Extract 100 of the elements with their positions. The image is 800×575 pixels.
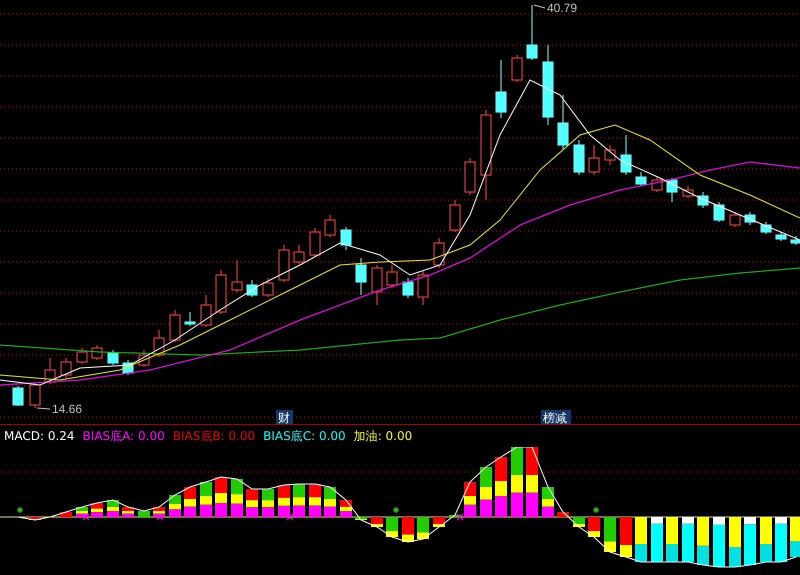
histogram-bar xyxy=(433,517,445,527)
event-tag: 榜减 xyxy=(541,410,571,425)
candlestick xyxy=(44,358,56,384)
candlestick xyxy=(744,212,756,226)
histogram-bar xyxy=(29,517,41,520)
histogram-bar xyxy=(215,477,227,517)
histogram-bar xyxy=(91,503,103,517)
candlestick xyxy=(200,294,212,328)
histogram-bar xyxy=(635,517,647,562)
candlestick xyxy=(682,186,694,198)
candlestick xyxy=(12,386,24,406)
histogram-bar xyxy=(169,495,181,517)
candlestick xyxy=(278,244,290,282)
legend-value: MACD: 0.24 xyxy=(4,428,75,445)
cross-icon xyxy=(456,514,464,520)
legend-value: BIAS底A: 0.00 xyxy=(82,428,165,445)
histogram-bar xyxy=(464,482,476,517)
candlestick xyxy=(216,270,226,314)
histogram-bar xyxy=(760,517,772,562)
event-tag: 财 xyxy=(276,410,293,425)
candlestick xyxy=(730,212,740,228)
histogram-bar xyxy=(138,511,150,517)
candlestick xyxy=(434,238,444,268)
histogram-bar xyxy=(278,485,290,517)
legend-value: 加油: 0.00 xyxy=(354,428,412,445)
legend-value: BIAS底B: 0.00 xyxy=(172,428,256,445)
candlestick xyxy=(138,350,150,368)
histogram-bar xyxy=(666,517,678,562)
candlestick xyxy=(372,264,382,306)
cross-icon xyxy=(82,514,90,520)
histogram-bar xyxy=(526,447,538,517)
candlestick xyxy=(340,226,352,250)
histogram-bar xyxy=(153,507,165,517)
histogram-bar xyxy=(480,467,492,517)
asterisk-icon xyxy=(16,506,24,514)
candlestick xyxy=(386,264,398,288)
candlestick xyxy=(324,214,336,238)
candlestick xyxy=(76,348,88,364)
candlestick xyxy=(92,344,102,360)
asterisk-icon xyxy=(592,506,600,514)
histogram-bar xyxy=(495,457,507,517)
histogram-bar xyxy=(604,517,616,552)
histogram-bar xyxy=(76,507,88,517)
candlestick xyxy=(604,144,616,166)
histogram-bar xyxy=(262,489,274,517)
histogram-bar xyxy=(588,517,600,537)
histogram-bar xyxy=(293,484,305,517)
candlestick xyxy=(108,350,118,366)
candlestick xyxy=(294,244,304,264)
histogram-bar xyxy=(713,517,725,567)
cross-icon xyxy=(286,514,294,520)
candlestick xyxy=(122,360,134,376)
histogram-bar xyxy=(620,517,632,557)
candlestick xyxy=(512,54,522,82)
candlestick xyxy=(790,236,800,246)
candlestick xyxy=(450,200,460,232)
candlestick xyxy=(184,312,196,326)
price-label: 40.79 xyxy=(547,1,578,15)
asterisk-icon xyxy=(392,506,400,514)
histogram-bar xyxy=(355,517,367,520)
histogram-bar xyxy=(122,507,134,517)
candlestick xyxy=(356,258,366,296)
candlestick xyxy=(636,172,646,186)
candlestick xyxy=(776,232,786,242)
histogram-bar xyxy=(542,487,554,517)
histogram-bar xyxy=(775,517,787,562)
histogram-bar xyxy=(340,500,352,517)
leader-line xyxy=(36,408,50,410)
histogram-bar xyxy=(60,512,72,517)
candlestick xyxy=(652,176,662,192)
histogram-bar xyxy=(402,517,414,542)
histogram-bar xyxy=(682,517,694,562)
candlestick xyxy=(170,310,180,342)
candlestick xyxy=(620,134,632,176)
histogram-bar xyxy=(651,517,663,562)
histogram-bar xyxy=(790,517,800,557)
candlestick xyxy=(464,158,476,196)
candlestick xyxy=(574,140,584,176)
candlestick xyxy=(262,278,274,298)
candlestick xyxy=(418,270,428,306)
histogram-bar xyxy=(231,479,243,517)
candlestick xyxy=(526,4,538,60)
candlestick xyxy=(310,228,320,258)
histogram-bar xyxy=(573,517,585,527)
candlestick xyxy=(402,278,414,298)
candlestick xyxy=(232,260,242,292)
histogram-bar xyxy=(744,517,756,565)
histogram-bar xyxy=(557,512,569,517)
histogram-bar xyxy=(200,482,212,517)
candlestick xyxy=(760,222,772,234)
histogram-bar xyxy=(246,489,258,517)
candlestick xyxy=(154,330,164,358)
histogram-bar xyxy=(729,517,741,567)
histogram-bar xyxy=(184,487,196,517)
candlestick xyxy=(558,94,568,150)
candlestick xyxy=(666,178,678,202)
price-label: 14.66 xyxy=(52,402,82,416)
candlestick xyxy=(588,144,600,176)
candlestick xyxy=(30,382,40,408)
candlestick xyxy=(714,202,724,222)
